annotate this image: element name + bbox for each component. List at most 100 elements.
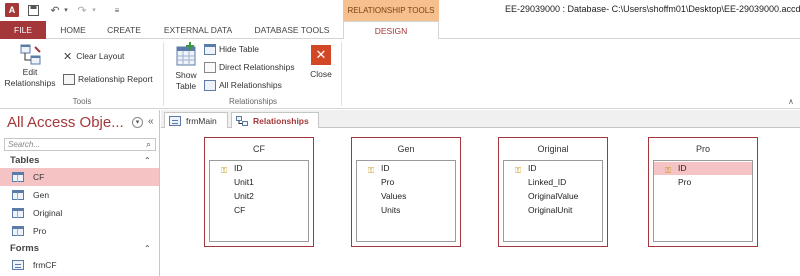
nav-item-label: Original <box>33 208 63 218</box>
field-row[interactable]: Pro <box>357 176 455 189</box>
field-row[interactable]: CF <box>210 204 308 217</box>
title-bar: A ↶ ▾ ↷ ▾ ≡ RELATIONSHIP TOOLS EE-290390… <box>0 0 800 22</box>
field-row[interactable]: OriginalValue <box>504 190 602 203</box>
nav-pane-title[interactable]: All Access Obje... <box>7 114 124 131</box>
table-window-original[interactable]: Original ⚿ ID Linked_ID OriginalValue Ori… <box>498 137 608 247</box>
field-name: ID <box>528 163 537 173</box>
nav-search-input[interactable]: Search... <box>4 138 156 151</box>
nav-item-label: Gen <box>33 190 50 200</box>
field-row[interactable]: Values <box>357 190 455 203</box>
hide-table-button[interactable]: Hide Table <box>204 42 259 56</box>
nav-item-cf[interactable]: CF <box>0 168 159 186</box>
table-icon <box>12 172 24 182</box>
field-name: OriginalUnit <box>528 205 573 215</box>
nav-section-forms[interactable]: Forms ⌃ <box>0 242 159 256</box>
field-row[interactable]: Unit2 <box>210 190 308 203</box>
field-name: Linked_ID <box>528 177 567 187</box>
field-row[interactable]: Unit1 <box>210 176 308 189</box>
show-table-label-1: Show <box>175 70 197 80</box>
field-row[interactable]: ⚿ ID <box>357 162 455 175</box>
field-name: Pro <box>381 177 395 187</box>
field-row[interactable]: ⚿ ID <box>210 162 308 175</box>
nav-item-label: CF <box>33 172 45 182</box>
field-list: ⚿ ID Linked_ID OriginalValue OriginalUnit <box>503 160 603 242</box>
customize-toolbar-icon[interactable]: ≡ <box>112 3 122 17</box>
collapse-ribbon-icon[interactable]: ∧ <box>788 97 794 106</box>
ribbon-separator <box>341 42 342 106</box>
clear-layout-label: Clear Layout <box>76 51 125 61</box>
window-title: EE-29039000 : Database- C:\Users\shoffm0… <box>505 4 800 14</box>
table-window-pro[interactable]: Pro ⚿ ID Pro <box>648 137 758 247</box>
close-label: Close <box>310 69 332 79</box>
nav-item-frmcf[interactable]: frmCF <box>0 256 159 274</box>
table-icon <box>12 190 24 200</box>
edit-relationships-label-1: Edit <box>22 67 38 77</box>
undo-dropdown-icon[interactable]: ▾ <box>62 3 70 17</box>
table-window-title: Gen <box>397 144 415 154</box>
show-table-button[interactable]: Show Table <box>168 42 204 92</box>
tab-database-tools[interactable]: DATABASE TOOLS <box>250 21 334 39</box>
direct-relationships-button[interactable]: Direct Relationships <box>204 60 295 74</box>
field-row-selected[interactable]: ⚿ ID <box>654 162 752 175</box>
shutter-bar-close-icon[interactable]: « <box>148 116 154 127</box>
show-table-label-2: Table <box>175 81 197 91</box>
doctab-relationships[interactable]: Relationships <box>231 112 319 129</box>
field-row[interactable]: Linked_ID <box>504 176 602 189</box>
table-window-gen[interactable]: Gen ⚿ ID Pro Values Units <box>351 137 461 247</box>
direct-relationships-label: Direct Relationships <box>219 62 295 72</box>
relationship-report-button[interactable]: Relationship Report <box>63 72 153 86</box>
field-row[interactable]: OriginalUnit <box>504 204 602 217</box>
save-icon[interactable] <box>26 3 40 17</box>
field-row[interactable]: Pro <box>654 176 752 189</box>
field-row[interactable]: ⚿ ID <box>504 162 602 175</box>
search-icon[interactable]: ⌕ <box>146 139 151 150</box>
all-relationships-icon <box>204 79 216 91</box>
access-logo-icon: A <box>5 3 19 17</box>
field-name: ID <box>678 163 687 173</box>
all-relationships-button[interactable]: All Relationships <box>204 78 282 92</box>
nav-item-label: frmCF <box>33 260 57 270</box>
field-name: CF <box>234 205 246 215</box>
table-window-title: Original <box>537 144 569 154</box>
table-icon <box>12 208 24 218</box>
hide-table-label: Hide Table <box>219 44 260 54</box>
undo-icon[interactable]: ↶ <box>48 3 62 17</box>
edit-relationships-label-2: Relationships <box>4 78 56 88</box>
clear-layout-button[interactable]: ✕ Clear Layout <box>63 49 124 63</box>
tab-design[interactable]: DESIGN <box>343 21 439 40</box>
hide-table-icon <box>204 43 216 55</box>
close-button[interactable]: ✕ Close <box>306 45 336 80</box>
table-window-cf[interactable]: CF ⚿ ID Unit1 Unit2 CF <box>204 137 314 247</box>
clear-layout-icon: ✕ <box>63 50 73 63</box>
table-window-title: CF <box>253 144 265 154</box>
doctab-frmmain[interactable]: frmMain <box>164 112 228 128</box>
nav-item-gen[interactable]: Gen <box>0 186 159 204</box>
edit-relationships-button[interactable]: Edit Relationships <box>2 43 58 89</box>
nav-menu-dropdown-icon[interactable]: ▾ <box>132 117 143 128</box>
redo-icon[interactable]: ↷ <box>75 3 89 17</box>
field-row[interactable]: Units <box>357 204 455 217</box>
tab-file[interactable]: FILE <box>0 21 46 39</box>
redo-dropdown-icon[interactable]: ▾ <box>90 3 98 17</box>
field-name: Units <box>381 205 401 215</box>
nav-item-label: Pro <box>33 226 47 236</box>
tab-home[interactable]: HOME <box>56 21 90 39</box>
document-tab-strip: frmMain Relationships <box>161 110 800 129</box>
ribbon-tab-row: FILE HOME CREATE EXTERNAL DATA DATABASE … <box>0 21 800 40</box>
nav-item-original[interactable]: Original <box>0 204 159 222</box>
direct-relationships-icon <box>204 61 216 73</box>
show-table-icon <box>168 42 204 70</box>
navigation-pane: All Access Obje... ▾ « Search... ⌕ Table… <box>0 110 160 276</box>
nav-item-pro[interactable]: Pro <box>0 222 159 240</box>
nav-section-tables[interactable]: Tables ⌃ <box>0 154 159 168</box>
form-icon <box>12 260 24 270</box>
field-name: ID <box>234 163 243 173</box>
form-icon <box>169 115 181 126</box>
field-name: Unit2 <box>234 191 254 201</box>
relationship-report-label: Relationship Report <box>78 74 153 84</box>
table-icon <box>12 226 24 236</box>
field-name: Pro <box>678 177 692 187</box>
relationships-canvas[interactable]: CF ⚿ ID Unit1 Unit2 CF Gen ⚿ ID Pro Values… <box>161 128 800 276</box>
tab-external-data[interactable]: EXTERNAL DATA <box>160 21 236 39</box>
tab-create[interactable]: CREATE <box>103 21 145 39</box>
